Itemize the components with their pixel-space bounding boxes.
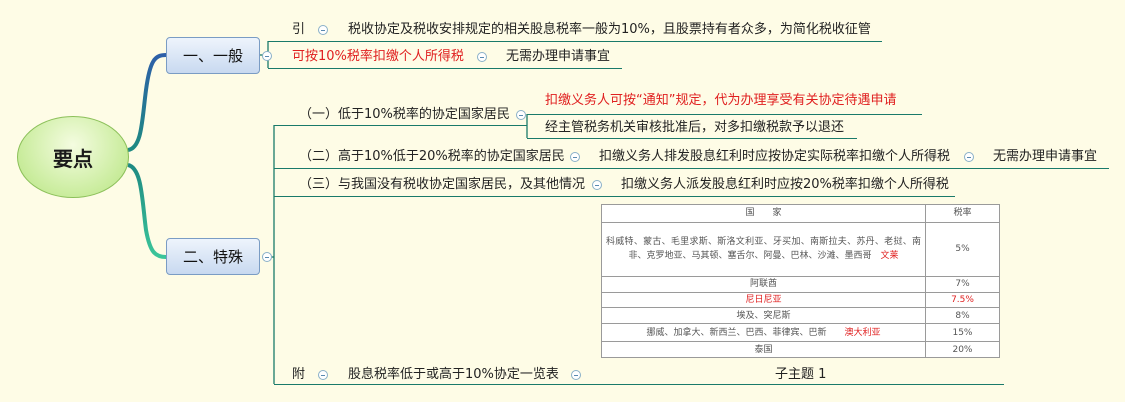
item3-sub1: 扣缴义务人派发股息红利时应按20%税率扣缴个人所得税 bbox=[621, 177, 949, 192]
collapse-special-icon[interactable] bbox=[262, 252, 272, 262]
item1-sub1: 扣缴义务人可按“通知”规定，代为办理享受有关协定待遇申请 bbox=[545, 93, 897, 108]
branch-special-label: 二、特殊 bbox=[182, 248, 243, 266]
intro-underline bbox=[268, 41, 882, 42]
item1-underline bbox=[274, 125, 527, 126]
root-label: 要点 bbox=[53, 146, 93, 171]
item2-underline bbox=[274, 168, 1109, 169]
table-cell-country: 尼日尼亚 bbox=[601, 291, 926, 309]
table-row: 科威特、蒙古、毛里求斯、斯洛文利亚、牙买加、南斯拉夫、苏丹、老挝、南非、克罗地亚… bbox=[601, 221, 1000, 277]
no-apply-text: 无需办理申请事宜 bbox=[506, 49, 611, 64]
collapse-withhold-icon[interactable] bbox=[477, 52, 487, 62]
table-cell-rate: 7% bbox=[925, 275, 1000, 293]
collapse-item3-icon[interactable] bbox=[592, 180, 602, 190]
table-header-country: 国 家 bbox=[601, 204, 926, 223]
collapse-item2-icon[interactable] bbox=[570, 152, 580, 162]
item1-sub2: 经主管税务机关审核批准后，对多扣缴税款予以退还 bbox=[545, 120, 845, 135]
country-list: 科威特、蒙古、毛里求斯、斯洛文利亚、牙买加、南斯拉夫、苏丹、老挝、南非、克罗地亚… bbox=[606, 237, 921, 262]
table-header-rate: 税率 bbox=[925, 204, 1000, 223]
branch-special[interactable]: 二、特殊 bbox=[166, 238, 260, 275]
collapse-item1-icon[interactable] bbox=[516, 110, 526, 120]
table-row: 埃及、突尼斯 8% bbox=[601, 307, 1000, 325]
table-header-row: 国 家 税率 bbox=[601, 204, 1000, 223]
branch-general[interactable]: 一、一般 bbox=[166, 37, 260, 74]
table-cell-rate: 8% bbox=[925, 307, 1000, 325]
intro-tag: 引 bbox=[292, 22, 306, 37]
item2-label: （二）高于10%低于20%税率的协定国家居民 bbox=[299, 149, 565, 164]
collapse-appendix-icon[interactable] bbox=[318, 370, 328, 380]
intro-text: 税收协定及税收安排规定的相关股息税率一般为10%，且股票持有者众多，为简化税收征… bbox=[348, 22, 871, 37]
table-row: 泰国 20% bbox=[601, 341, 1000, 358]
country-highlight: 澳大利亚 bbox=[844, 327, 881, 338]
item2-sub2: 无需办理申请事宜 bbox=[993, 149, 1098, 164]
appendix-tag: 附 bbox=[292, 367, 306, 382]
table-cell-country: 泰国 bbox=[601, 341, 926, 358]
table-cell-country: 阿联酋 bbox=[601, 275, 926, 293]
item1-sub1-underline bbox=[527, 114, 922, 115]
collapse-item2-sub1-icon[interactable] bbox=[964, 152, 974, 162]
root-topic[interactable]: 要点 bbox=[17, 116, 129, 198]
withhold-text: 可按10%税率扣缴个人所得税 bbox=[292, 49, 464, 64]
collapse-appendix-label-icon[interactable] bbox=[571, 370, 581, 380]
item2-sub1: 扣缴义务人排发股息红利时应按协定实际税率扣缴个人所得税 bbox=[599, 149, 951, 164]
table-cell-rate: 7.5% bbox=[925, 291, 1000, 309]
collapse-general-icon[interactable] bbox=[262, 51, 272, 61]
table-cell-country: 挪威、加拿大、新西兰、巴西、菲律宾、巴新 澳大利亚 bbox=[601, 323, 926, 343]
table-cell-rate: 20% bbox=[925, 341, 1000, 358]
table-row: 尼日尼亚 7.5% bbox=[601, 291, 1000, 309]
collapse-intro-icon[interactable] bbox=[318, 25, 328, 35]
country-list: 挪威、加拿大、新西兰、巴西、菲律宾、巴新 bbox=[646, 327, 827, 338]
appendix-underline bbox=[274, 384, 1004, 385]
item3-underline bbox=[274, 196, 955, 197]
table-cell-country: 科威特、蒙古、毛里求斯、斯洛文利亚、牙买加、南斯拉夫、苏丹、老挝、南非、克罗地亚… bbox=[601, 221, 926, 277]
appendix-label: 股息税率低于或高于10%协定一览表 bbox=[348, 367, 559, 382]
branch-general-label: 一、一般 bbox=[182, 47, 243, 65]
item1-label: （一）低于10%税率的协定国家居民 bbox=[299, 107, 510, 122]
table-row: 挪威、加拿大、新西兰、巴西、菲律宾、巴新 澳大利亚 15% bbox=[601, 323, 1000, 343]
item1-sub2-underline bbox=[527, 138, 857, 139]
table-row: 阿联酋 7% bbox=[601, 275, 1000, 293]
rate-table: 国 家 税率 科威特、蒙古、毛里求斯、斯洛文利亚、牙买加、南斯拉夫、苏丹、老挝、… bbox=[601, 204, 1000, 358]
item3-label: （三）与我国没有税收协定国家居民，及其他情况 bbox=[299, 177, 586, 192]
table-cell-rate: 15% bbox=[925, 323, 1000, 343]
withhold-underline bbox=[268, 68, 622, 69]
table-cell-rate: 5% bbox=[925, 221, 1000, 277]
country-highlight: 文莱 bbox=[880, 251, 899, 262]
appendix-child: 子主题 1 bbox=[775, 367, 827, 382]
table-cell-country: 埃及、突尼斯 bbox=[601, 307, 926, 325]
